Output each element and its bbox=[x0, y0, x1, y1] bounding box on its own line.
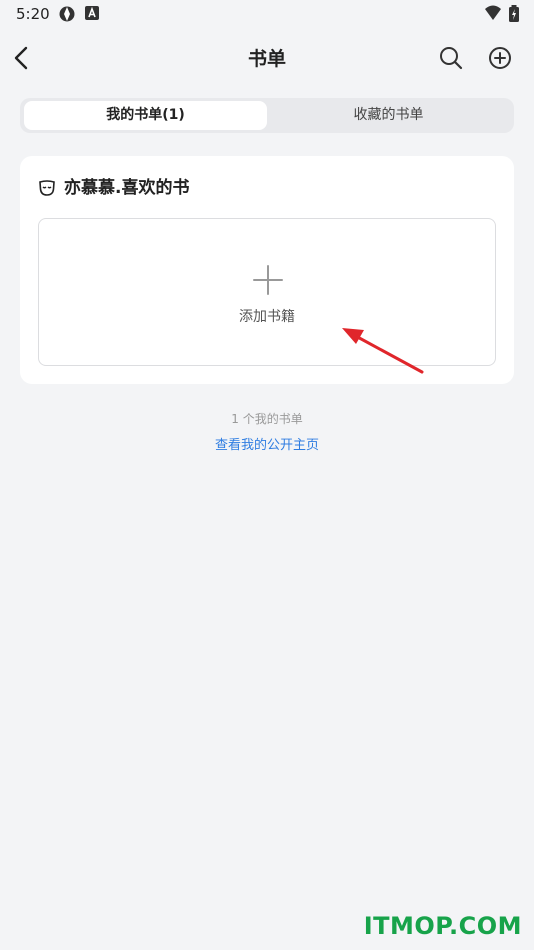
create-booklist-button[interactable] bbox=[486, 44, 514, 72]
a-notification-icon bbox=[84, 5, 100, 25]
tab-favorite-booklists[interactable]: 收藏的书单 bbox=[267, 101, 510, 130]
plus-icon bbox=[253, 265, 283, 295]
status-bar: 5:20 bbox=[0, 0, 534, 28]
red-arrow-annotation bbox=[342, 328, 424, 374]
booklist-title: 亦慕慕.喜欢的书 bbox=[64, 178, 190, 198]
view-public-homepage-link[interactable]: 查看我的公开主页 bbox=[0, 434, 534, 453]
watermark: ITMOP.COM bbox=[363, 912, 522, 940]
booklist-card[interactable]: 亦慕慕.喜欢的书 添加书籍 bbox=[20, 156, 514, 384]
booklist-count: 1 个我的书单 bbox=[231, 412, 303, 426]
search-icon bbox=[440, 47, 463, 70]
header: 书单 bbox=[0, 32, 534, 84]
mask-icon bbox=[39, 180, 55, 196]
battery-icon bbox=[508, 5, 520, 27]
wifi-icon bbox=[484, 5, 502, 25]
search-button[interactable] bbox=[437, 44, 465, 72]
status-time: 5:20 bbox=[16, 5, 50, 23]
app-notification-icon bbox=[58, 5, 76, 27]
tab-my-booklists[interactable]: 我的书单(1) bbox=[24, 101, 267, 130]
screen: 5:20 书单 我的书单(1) 收藏的书单 亦慕慕.喜欢的书 添加书籍 1 个我… bbox=[0, 0, 534, 950]
plus-circle-icon bbox=[489, 47, 511, 69]
booklist-tabs: 我的书单(1) 收藏的书单 bbox=[20, 98, 514, 133]
